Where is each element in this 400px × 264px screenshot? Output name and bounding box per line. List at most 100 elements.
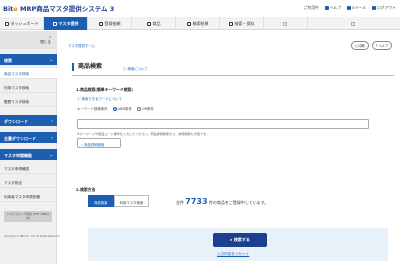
radio-or-label: OR条件 bbox=[141, 107, 154, 111]
sidebar-collapse-button[interactable]: « 閉じる bbox=[0, 31, 57, 49]
account-status: ご利用中 bbox=[303, 5, 319, 10]
count-prefix: 全件 bbox=[176, 200, 184, 205]
nav-disabled-2 bbox=[308, 17, 400, 30]
logo-text: Bit bbox=[3, 5, 14, 13]
copyright-text: Copyright © MRP Co., Ltd. All Rights Res… bbox=[4, 235, 61, 238]
chevron-down-icon: ⌄ bbox=[49, 152, 53, 157]
search-icon: ⌕ bbox=[81, 143, 83, 147]
request-icon bbox=[98, 21, 103, 26]
sidebar-item-update-settings[interactable]: 利用者マスタ申請依頼 bbox=[0, 191, 57, 202]
sidebar-item-master-confirm[interactable]: マスタ申請確認 bbox=[0, 163, 57, 174]
placeholder-icon bbox=[282, 21, 287, 26]
title-divider bbox=[72, 75, 394, 76]
print-button[interactable]: ⎙ 印刷 bbox=[350, 41, 369, 50]
search-icon: ⌕ bbox=[230, 237, 233, 242]
app-logo[interactable]: Bite MRP商品マスタ提供システム 3 bbox=[3, 3, 114, 13]
detail-search-button[interactable]: ⌕ 商品詳細検索 bbox=[77, 138, 121, 148]
radio-or[interactable]: OR条件 bbox=[136, 107, 154, 111]
radio-and-label: AND条件 bbox=[117, 107, 132, 111]
radio-and-button[interactable] bbox=[112, 107, 117, 111]
sidebar-section-master-config[interactable]: マスタ申請機能 ⌄ bbox=[0, 149, 57, 160]
chevron-left-icon: « bbox=[48, 35, 51, 39]
tab-usage-search[interactable]: 利用マスタ検索 bbox=[113, 195, 150, 207]
help-button[interactable]: ? ヘルプ bbox=[371, 41, 392, 50]
keyword-condition-label: キーワード検索条件 bbox=[77, 107, 108, 111]
info-label: 検索について bbox=[127, 67, 148, 71]
maintenance-banner[interactable]: システムメンテ情報 (PDF 1MB以内) bbox=[4, 211, 52, 222]
dashboard-icon bbox=[4, 21, 9, 26]
placeholder-icon bbox=[351, 21, 355, 26]
reset-link[interactable]: 入力内容をリセット bbox=[217, 252, 249, 257]
help-label: ヘルプ bbox=[329, 5, 342, 10]
section-keyword-title: 1.商品検索(簡単キーワード検索) bbox=[76, 87, 133, 92]
page-actions: ⎙ 印刷 ? ヘルプ bbox=[350, 41, 392, 50]
keyword-note: ※キーワードや部品コード番号を入力してください。商品詳細検索から、詳細検索も可能… bbox=[77, 132, 210, 136]
product-icon bbox=[146, 21, 151, 26]
section-label: ダウンロード bbox=[4, 118, 28, 124]
logout-icon bbox=[372, 6, 377, 10]
keyword-input[interactable] bbox=[77, 119, 369, 129]
section-label: マスタ申請機能 bbox=[4, 152, 32, 158]
chevron-down-icon: ⌄ bbox=[49, 57, 53, 62]
nav-product[interactable]: 商品 bbox=[132, 17, 176, 30]
results-icon bbox=[186, 21, 191, 26]
sidebar-section-search[interactable]: 検索 ⌄ bbox=[0, 54, 57, 65]
radio-or-button[interactable] bbox=[136, 107, 141, 111]
sidebar-item-history[interactable]: 履歴マスタ検索 bbox=[0, 96, 57, 107]
mail-icon bbox=[347, 6, 352, 10]
info-icon: ⓘ bbox=[123, 67, 127, 71]
email-link[interactable]: Eメール bbox=[347, 5, 366, 11]
keyword-condition-row: キーワード検索条件 AND条件 OR条件 bbox=[77, 106, 154, 111]
print-label: 印刷 bbox=[358, 44, 365, 48]
breadcrumb[interactable]: マスタ提供ホーム bbox=[68, 43, 95, 48]
help-label: ヘルプ bbox=[378, 44, 388, 48]
keyword-help-link[interactable]: ⓘ 検索できるワードについて bbox=[77, 96, 122, 101]
logo-version: 3 bbox=[109, 5, 115, 13]
nav-label: 登録依頼 bbox=[104, 20, 121, 26]
nav-dashboard[interactable]: ダッシュボード bbox=[0, 17, 44, 30]
radio-and[interactable]: AND条件 bbox=[112, 107, 132, 111]
search-label: 検索する bbox=[233, 237, 250, 242]
search-info-link[interactable]: ⓘ 検索について bbox=[123, 66, 148, 71]
chevron-right-icon: › bbox=[51, 118, 53, 123]
result-count: 全件 7733 件の商品をご登録中しています。 bbox=[176, 197, 268, 206]
sidebar-item-product-search[interactable]: 商品マスタ検索 bbox=[0, 68, 57, 79]
app-header: Bite MRP商品マスタ提供システム 3 ご利用中 ヘルプ Eメール ログアウ… bbox=[0, 0, 400, 17]
sidebar-section-download[interactable]: ダウンロード › bbox=[0, 115, 57, 126]
section-label: 全量ダウンロード bbox=[4, 135, 36, 141]
nav-save[interactable]: 検索・保存 bbox=[220, 17, 264, 30]
detail-search-label: 商品詳細検索 bbox=[83, 143, 105, 147]
nav-request[interactable]: 登録依頼 bbox=[88, 17, 132, 30]
page-title: 商品検索 bbox=[72, 63, 103, 71]
nav-results[interactable]: 検索結果 bbox=[176, 17, 220, 30]
logout-label: ログアウト bbox=[377, 5, 396, 10]
help-link[interactable]: ヘルプ bbox=[324, 5, 342, 11]
main-nav: ダッシュボード マスタ提供 登録依頼 商品 検索結果 検索・保存 bbox=[0, 17, 400, 30]
search-method-tabs: 商品検索 利用マスタ検索 bbox=[88, 195, 150, 207]
header-links: ご利用中 ヘルプ Eメール ログアウト bbox=[304, 5, 396, 11]
nav-label: 検索・保存 bbox=[234, 20, 255, 26]
help-icon bbox=[324, 6, 329, 10]
nav-label: マスタ提供 bbox=[58, 20, 79, 26]
section-method-title: 2.検索方法 bbox=[76, 187, 96, 192]
collapse-label: 閉じる bbox=[40, 40, 51, 44]
tab-product-search[interactable]: 商品検索 bbox=[88, 195, 114, 207]
nav-label: ダッシュボード bbox=[10, 20, 39, 26]
master-icon bbox=[52, 21, 57, 26]
sidebar-section-bulk-download[interactable]: 全量ダウンロード › bbox=[0, 132, 57, 143]
section-label: 検索 bbox=[4, 57, 12, 63]
search-button[interactable]: ⌕ 検索する bbox=[213, 233, 267, 247]
sidebar: « 閉じる 検索 ⌄ 商品マスタ検索 利用マスタ検索 履歴マスタ検索 ダウンロー… bbox=[0, 31, 61, 264]
sidebar-item-usage-search[interactable]: 利用マスタ検索 bbox=[0, 82, 57, 93]
count-value: 7733 bbox=[185, 197, 208, 206]
nav-master[interactable]: マスタ提供 bbox=[44, 17, 88, 30]
nav-label: 商品 bbox=[152, 20, 161, 26]
count-suffix: 件の商品をご登録中しています。 bbox=[208, 200, 269, 205]
logo-mark: e bbox=[13, 5, 18, 13]
question-icon: ⓘ bbox=[77, 97, 81, 101]
keyword-hint-label: 検索できるワードについて bbox=[81, 97, 122, 101]
print-icon: ⎙ bbox=[354, 44, 358, 48]
logout-link[interactable]: ログアウト bbox=[372, 5, 396, 11]
sidebar-item-master-setting[interactable]: マスタ設定 bbox=[0, 177, 57, 188]
save-icon bbox=[228, 21, 233, 26]
